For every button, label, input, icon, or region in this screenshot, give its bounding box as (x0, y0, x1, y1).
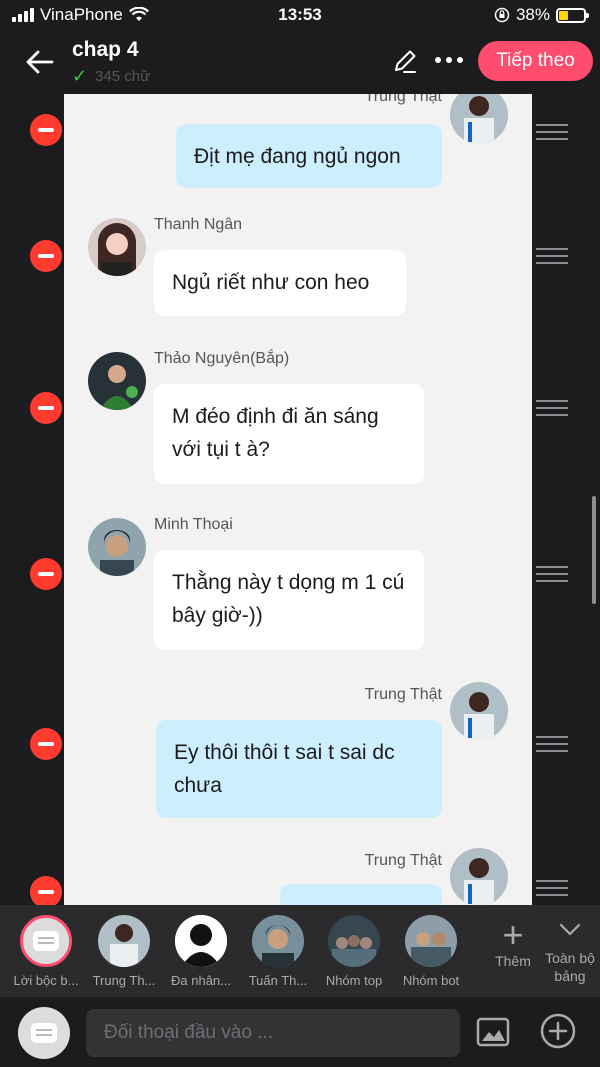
avatar (88, 352, 146, 410)
character-name: Nhóm top (325, 973, 383, 988)
word-count-label: 345 chữ (95, 68, 151, 85)
screen: VinaPhone 13:53 38% chap 4 ✓ 345 chữ Tiế… (0, 0, 600, 1067)
header: chap 4 ✓ 345 chữ Tiếp theo (0, 32, 600, 94)
message-bubble[interactable]: Thằng này t dọng m 1 cú bây giờ-)) (154, 550, 424, 650)
delete-message-button[interactable] (30, 728, 62, 760)
character-bar: Lời bộc b... Trung Th... Đa nhân... Tuấn… (0, 905, 600, 997)
delete-message-button[interactable] (30, 392, 62, 424)
drag-handle-icon[interactable] (536, 248, 568, 264)
delete-message-button[interactable] (30, 240, 62, 272)
next-button[interactable]: Tiếp theo (478, 41, 593, 81)
dialogue-input[interactable] (86, 1009, 460, 1057)
character-item[interactable]: Đa nhân... (163, 915, 239, 988)
add-character-button[interactable]: + Thêm (488, 914, 538, 970)
add-label: Thêm (495, 953, 531, 969)
add-circle-icon[interactable] (540, 1013, 576, 1049)
chat-area[interactable]: Trung Thật Địt mẹ đang ngủ ngon Thanh Ng… (0, 94, 600, 905)
delete-message-button[interactable] (30, 558, 62, 590)
battery-percent: 38% (515, 5, 550, 24)
character-name: Tuấn Th... (248, 973, 308, 988)
back-arrow-icon[interactable] (24, 46, 56, 78)
character-name: Lời bộc b... (13, 973, 79, 988)
page-title: chap 4 (72, 38, 139, 61)
avatar (252, 915, 304, 967)
avatar (88, 218, 146, 276)
plus-icon: + (502, 914, 524, 955)
message-bubble[interactable] (280, 884, 442, 905)
edit-pencil-icon[interactable] (390, 46, 420, 76)
character-name: Đa nhân... (171, 973, 231, 988)
sender-name: Thanh Ngân (154, 216, 243, 233)
chevron-down-icon (559, 923, 581, 936)
character-name: Nhóm bot (402, 973, 460, 988)
message-bubble[interactable]: M đéo định đi ăn sáng với tụi t à? (154, 384, 424, 484)
message-bubble[interactable]: Ey thôi thôi t sai t sai dc chưa (156, 720, 442, 818)
avatar (175, 915, 227, 967)
more-options-icon[interactable] (432, 50, 466, 70)
character-item[interactable]: Nhóm top (316, 915, 392, 988)
image-icon[interactable] (476, 1017, 510, 1047)
character-name: Trung Th... (92, 973, 156, 988)
chat-bubble-icon (33, 931, 59, 951)
avatar (450, 848, 508, 905)
character-item[interactable]: Trung Th... (86, 915, 162, 988)
all-board-label: Toàn bộ bảng (545, 950, 595, 984)
check-icon: ✓ (72, 66, 88, 86)
sender-name: Thảo Nguyên(Bắp) (154, 350, 290, 367)
input-bar (0, 997, 600, 1067)
rotation-lock-icon (494, 7, 510, 23)
speaker-selector[interactable] (18, 1007, 70, 1059)
scrollbar[interactable] (592, 496, 596, 604)
character-item[interactable]: Nhóm bot (393, 915, 469, 988)
battery-icon (556, 7, 589, 23)
narration-avatar (20, 915, 72, 967)
avatar (405, 915, 457, 967)
drag-handle-icon[interactable] (536, 566, 568, 582)
avatar (328, 915, 380, 967)
sender-name: Trung Thật (364, 94, 442, 105)
drag-handle-icon[interactable] (536, 124, 568, 140)
drag-handle-icon[interactable] (536, 736, 568, 752)
avatar (450, 682, 508, 740)
sender-name: Trung Thật (364, 686, 442, 703)
sender-name: Minh Thoại (154, 516, 233, 533)
sender-name: Trung Thật (364, 852, 442, 869)
all-board-button[interactable]: Toàn bộ bảng (540, 917, 600, 985)
avatar (88, 518, 146, 576)
message-bubble[interactable]: Ngủ riết như con heo (154, 250, 406, 316)
chat-bubble-icon (31, 1023, 57, 1043)
message-bubble[interactable]: Địt mẹ đang ngủ ngon (176, 124, 442, 188)
avatar (98, 915, 150, 967)
status-bar: VinaPhone 13:53 38% (0, 0, 600, 32)
drag-handle-icon[interactable] (536, 880, 568, 896)
delete-message-button[interactable] (30, 114, 62, 146)
word-count: ✓ 345 chữ (72, 66, 150, 87)
delete-message-button[interactable] (30, 876, 62, 905)
drag-handle-icon[interactable] (536, 400, 568, 416)
character-narration[interactable]: Lời bộc b... (8, 915, 84, 988)
character-item[interactable]: Tuấn Th... (240, 915, 316, 988)
